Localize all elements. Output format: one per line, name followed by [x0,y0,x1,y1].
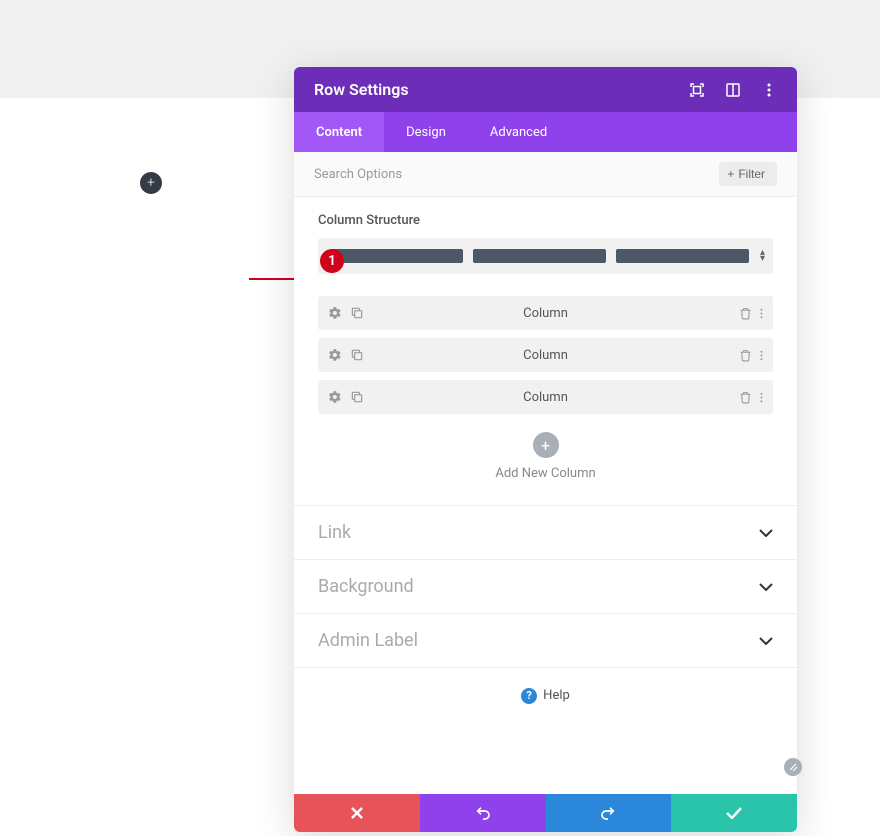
add-column-button[interactable]: + [533,432,559,458]
sort-icon: ▴▾ [760,250,765,262]
search-row: Search Options + Filter [294,152,797,197]
modal-footer [294,794,797,832]
add-section-button[interactable]: + [140,172,162,194]
duplicate-icon[interactable] [350,306,364,320]
expand-icon[interactable] [689,82,705,98]
add-column-area: + Add New Column [318,422,773,505]
help-row: ? Help [294,667,797,794]
help-icon: ? [521,688,537,704]
column-row: Column [318,338,773,372]
check-icon [726,807,742,819]
annotation-badge: 1 [320,249,344,273]
accordion-background[interactable]: Background [294,559,797,613]
chevron-down-icon [759,637,773,645]
modal-header: Row Settings [294,67,797,112]
duplicate-icon[interactable] [350,390,364,404]
accordion-title: Background [318,576,414,597]
column-label: Column [523,306,568,321]
accordion-link[interactable]: Link [294,505,797,559]
accordion-title: Link [318,522,351,543]
column-bar [330,249,463,263]
tabs: Content Design Advanced [294,112,797,152]
save-button[interactable] [671,794,797,832]
tab-design[interactable]: Design [384,112,468,152]
cancel-button[interactable] [294,794,420,832]
help-button[interactable]: ? Help [521,688,570,704]
tab-content[interactable]: Content [294,112,384,152]
filter-button[interactable]: + Filter [719,162,777,186]
column-structure-label: Column Structure [318,213,773,228]
more-icon[interactable] [760,349,763,362]
plus-icon: + [727,167,734,181]
column-label: Column [523,348,568,363]
content-area: Column Structure ▴▾ Column Column [294,197,797,505]
gear-icon[interactable] [328,306,342,320]
undo-icon [475,805,491,821]
header-icons [689,82,777,98]
tab-advanced[interactable]: Advanced [468,112,569,152]
undo-button[interactable] [420,794,546,832]
duplicate-icon[interactable] [350,348,364,362]
trash-icon[interactable] [739,307,752,320]
chevron-down-icon [759,583,773,591]
search-input[interactable]: Search Options [314,167,402,182]
help-label: Help [543,688,570,703]
trash-icon[interactable] [739,349,752,362]
redo-button[interactable] [546,794,672,832]
resize-handle[interactable] [784,758,802,776]
chevron-down-icon [759,529,773,537]
redo-icon [600,805,616,821]
add-column-label: Add New Column [318,466,773,481]
gear-icon[interactable] [328,390,342,404]
row-settings-modal: Row Settings Content Design Advanced Sea… [294,67,797,832]
more-icon[interactable] [760,391,763,404]
accordion-title: Admin Label [318,630,418,651]
column-bar [473,249,606,263]
close-icon [350,806,364,820]
column-bar [616,249,749,263]
column-row: Column [318,296,773,330]
column-row: Column [318,380,773,414]
trash-icon[interactable] [739,391,752,404]
panel-icon[interactable] [725,82,741,98]
accordion-admin-label[interactable]: Admin Label [294,613,797,667]
column-label: Column [523,390,568,405]
column-structure-selector[interactable]: ▴▾ [318,238,773,274]
more-icon[interactable] [760,307,763,320]
modal-title: Row Settings [314,80,409,99]
gear-icon[interactable] [328,348,342,362]
more-icon[interactable] [761,82,777,98]
filter-label: Filter [738,167,765,181]
